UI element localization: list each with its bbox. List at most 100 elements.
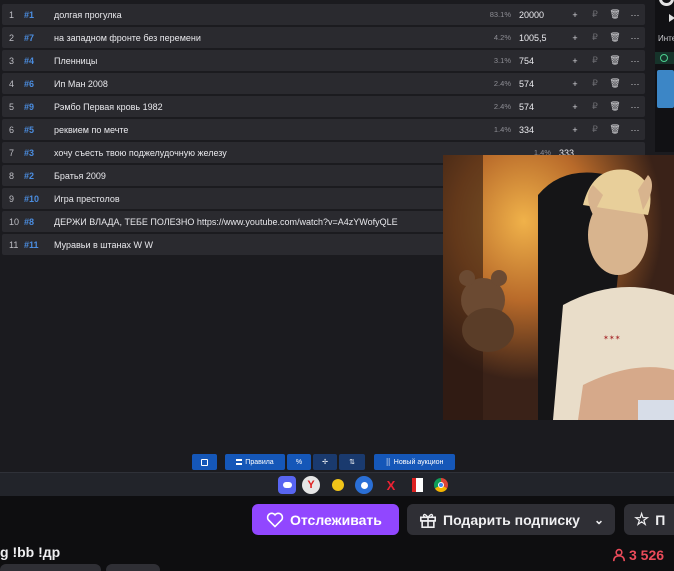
sort-button[interactable]: ⇅	[339, 454, 365, 470]
trash-icon[interactable]: 🗑	[605, 101, 625, 112]
follow-button[interactable]: Отслеживать	[252, 504, 399, 535]
row-hash: #9	[24, 101, 35, 112]
person-icon	[612, 548, 626, 562]
more-icon[interactable]: ···	[625, 125, 645, 135]
more-icon[interactable]: ···	[625, 102, 645, 112]
tag-pill[interactable]	[106, 564, 160, 571]
row-index: 10	[9, 216, 20, 227]
timer-button[interactable]	[192, 454, 217, 470]
row-index: 5	[9, 101, 15, 112]
rules-button[interactable]: Правила	[225, 454, 285, 470]
currency-icon: ₽	[592, 9, 598, 19]
more-icon[interactable]: ···	[625, 10, 645, 20]
currency-icon: ₽	[592, 124, 598, 134]
row-index: 2	[9, 32, 15, 43]
row-name: на западном фронте без перемени	[54, 32, 201, 43]
row-name: Рэмбо Первая кровь 1982	[54, 101, 163, 112]
row-index: 6	[9, 124, 15, 135]
trash-icon[interactable]: 🗑	[605, 9, 625, 20]
add-icon[interactable]: +	[565, 10, 585, 20]
pdf-icon[interactable]	[408, 476, 426, 494]
row-index: 8	[9, 170, 15, 181]
more-icon[interactable]: ···	[625, 79, 645, 89]
sort-icon: ⇅	[349, 459, 355, 466]
favorite-label: П	[655, 511, 666, 528]
row-hash: #1	[24, 9, 35, 20]
row-hash: #11	[24, 239, 39, 250]
row-hash: #5	[24, 124, 35, 135]
chevron-down-icon: ⌄	[593, 512, 605, 527]
auction-row[interactable]: 1 #1 долгая прогулка 83.1% 20000 + ₽ 🗑 ···	[2, 4, 645, 25]
row-index: 1	[9, 9, 15, 20]
row-amount: 1005,5	[519, 32, 547, 43]
trash-icon[interactable]: 🗑	[605, 78, 625, 89]
row-hash: #10	[24, 193, 40, 204]
move-button[interactable]: ✢	[313, 454, 337, 470]
row-index: 9	[9, 193, 15, 204]
gift-label: Подарить подписку	[443, 511, 580, 528]
percent-button[interactable]: %	[287, 454, 311, 470]
more-icon[interactable]: ···	[625, 56, 645, 66]
blue-panel[interactable]	[657, 70, 674, 108]
row-percent: 2.4%	[493, 79, 511, 88]
x-app-icon[interactable]: X	[382, 476, 400, 494]
currency-icon: ₽	[592, 78, 598, 88]
add-icon[interactable]: +	[565, 56, 585, 66]
heart-icon	[266, 512, 284, 528]
auction-row[interactable]: 5 #9 Рэмбо Первая кровь 1982 2.4% 574 + ₽ 🗑 ···	[2, 96, 645, 117]
currency-icon: ₽	[592, 101, 598, 111]
list-icon	[236, 459, 243, 465]
auction-row[interactable]: 6 #5 реквием по мечте 1.4% 334 + ₽ 🗑 ···	[2, 119, 645, 140]
logo-icon	[659, 0, 674, 6]
add-icon[interactable]: +	[565, 102, 585, 112]
new-auction-button[interactable]: ⣿ Новый аукцион	[374, 454, 455, 470]
stream-title: g !bb !др	[0, 544, 61, 560]
row-amount: 334	[519, 124, 535, 135]
right-panel-label: Инте	[658, 34, 674, 43]
trash-icon[interactable]: 🗑	[605, 124, 625, 135]
row-hash: #2	[24, 170, 35, 181]
webcam-feed: ✶✶✶	[443, 155, 674, 420]
auction-row[interactable]: 3 #4 Пленницы 3.1% 754 + ₽ 🗑 ···	[2, 50, 645, 71]
row-percent: 1.4%	[493, 125, 511, 134]
svg-text:✶✶✶: ✶✶✶	[603, 334, 621, 342]
app-icon[interactable]	[329, 476, 347, 494]
gift-icon	[419, 513, 437, 528]
star-icon: ☆	[634, 509, 650, 529]
radio-icon[interactable]	[660, 54, 668, 62]
add-icon[interactable]: +	[565, 33, 585, 43]
trash-icon[interactable]: 🗑	[605, 55, 625, 66]
move-icon: ✢	[322, 459, 328, 466]
row-name: Ип Ман 2008	[54, 78, 108, 89]
row-hash: #6	[24, 78, 35, 89]
right-side-panel: Инте	[655, 0, 674, 152]
chat-app-icon[interactable]	[355, 476, 373, 494]
row-name: долгая прогулка	[54, 9, 122, 20]
currency-icon: ₽	[592, 32, 598, 42]
play-icon[interactable]	[669, 14, 674, 22]
row-percent: 2.4%	[493, 102, 511, 111]
row-percent: 3.1%	[493, 56, 511, 65]
discord-icon[interactable]	[278, 476, 296, 494]
chrome-icon[interactable]	[432, 476, 450, 494]
tag-pill[interactable]	[0, 564, 101, 571]
row-amount: 20000	[519, 9, 545, 20]
yandex-browser-icon[interactable]: Y	[302, 476, 320, 494]
more-icon[interactable]: ···	[625, 33, 645, 43]
trash-icon[interactable]: 🗑	[605, 32, 625, 43]
row-hash: #7	[24, 32, 35, 43]
row-amount: 574	[519, 78, 535, 89]
auction-row[interactable]: 4 #6 Ип Ман 2008 2.4% 574 + ₽ 🗑 ···	[2, 73, 645, 94]
row-amount: 574	[519, 101, 535, 112]
row-amount: 754	[519, 55, 535, 66]
gift-sub-button[interactable]: Подарить подписку ⌄	[407, 504, 615, 535]
auction-toolbar: Правила % ✢ ⇅ ⣿ Новый аукцион	[0, 454, 674, 470]
row-percent: 83.1%	[489, 10, 511, 19]
auction-row[interactable]: 2 #7 на западном фронте без перемени 4.2% 10…	[2, 27, 645, 48]
row-index: 4	[9, 78, 15, 89]
add-icon[interactable]: +	[565, 79, 585, 89]
new-auction-label: Новый аукцион	[393, 458, 444, 466]
favorite-button[interactable]: ☆ П	[624, 504, 674, 535]
add-icon[interactable]: +	[565, 125, 585, 135]
row-name: реквием по мечте	[54, 124, 129, 135]
